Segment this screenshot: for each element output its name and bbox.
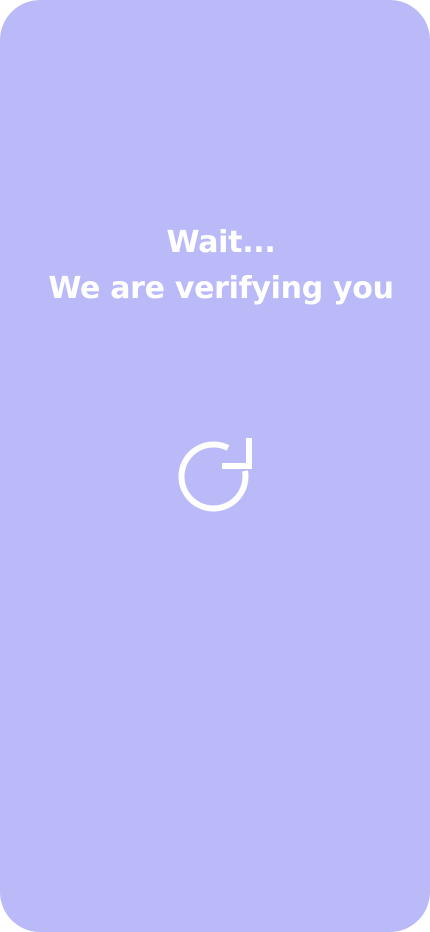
verifying-subtitle: We are verifying you <box>48 271 394 306</box>
wait-title: Wait... <box>166 225 276 260</box>
verification-screen: Wait... We are verifying you <box>0 0 430 932</box>
loading-spinner <box>175 435 255 515</box>
refresh-icon <box>178 438 252 512</box>
verification-message: Wait... We are verifying you <box>0 220 430 312</box>
